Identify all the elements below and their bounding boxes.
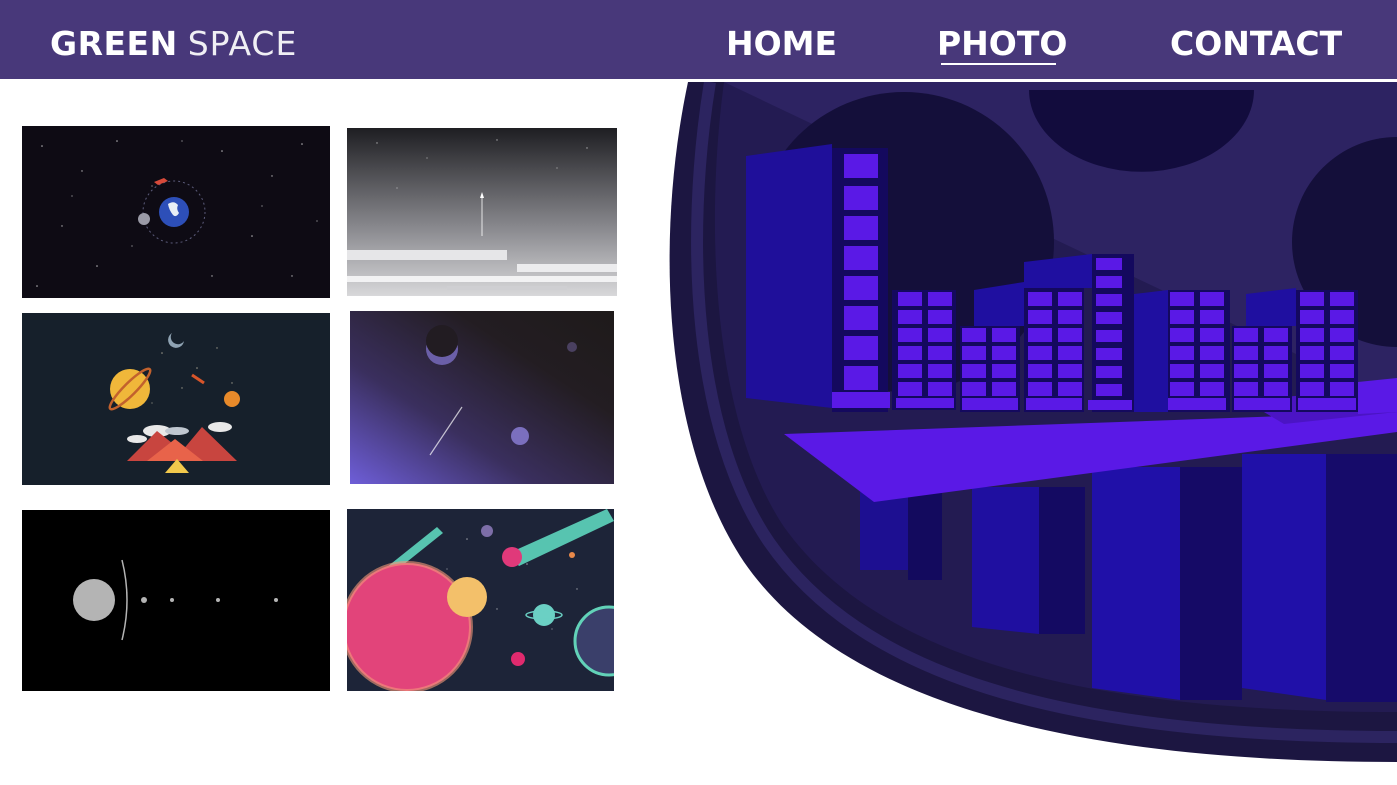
gallery-thumb-rocket-launch[interactable] <box>347 128 617 296</box>
gallery-thumb-colorful-planets[interactable] <box>347 509 614 691</box>
gallery-thumb-purple-horizon[interactable] <box>350 311 614 484</box>
purple-horizon-image <box>350 311 614 484</box>
gallery-thumb-planets-mountains[interactable] <box>22 313 330 485</box>
nav-photo-link[interactable]: PHOTO <box>937 24 1067 64</box>
brand-logo-light: SPACE <box>187 24 298 63</box>
hero-city-image <box>669 82 1397 762</box>
top-navbar: GREEN SPACE HOME PHOTO CONTACT <box>0 0 1397 81</box>
sun-planets-image <box>22 510 330 691</box>
nav-contact-link[interactable]: CONTACT <box>1170 24 1342 64</box>
earth-orbit-image <box>22 126 330 298</box>
planets-mountains-image <box>22 313 330 485</box>
nav-active-underline <box>941 63 1056 65</box>
colorful-planets-image <box>347 509 614 691</box>
brand-logo-bold: GREEN <box>50 24 178 63</box>
gallery-thumb-earth-orbit[interactable] <box>22 126 330 298</box>
brand-logo[interactable]: GREEN SPACE <box>50 24 297 64</box>
rocket-launch-image <box>347 128 617 296</box>
hero-city-illustration <box>664 82 1397 785</box>
gallery-thumb-sun-planets[interactable] <box>22 510 330 691</box>
nav-home-link[interactable]: HOME <box>726 24 837 64</box>
